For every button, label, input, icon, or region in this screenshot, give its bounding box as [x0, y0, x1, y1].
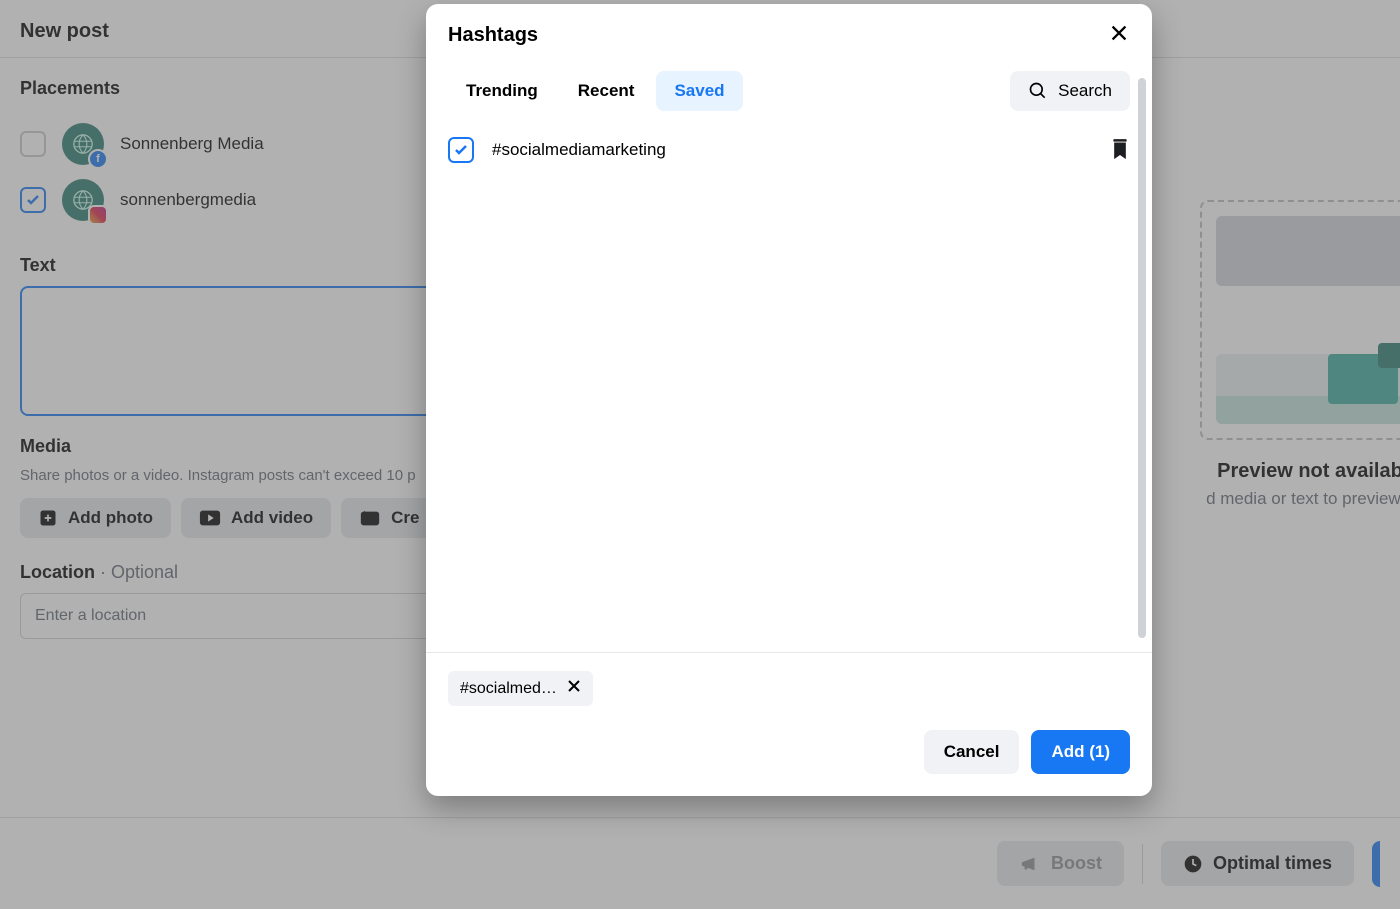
modal-title: Hashtags: [448, 24, 538, 47]
cancel-button[interactable]: Cancel: [924, 730, 1020, 774]
close-icon: [567, 679, 581, 693]
search-icon: [1028, 81, 1048, 101]
chip-remove-button[interactable]: [567, 679, 581, 698]
modal-actions: Cancel Add (1): [426, 724, 1152, 796]
chip-label: #socialmed…: [460, 680, 557, 698]
hashtags-modal: Hashtags Trending Recent Saved Search #s…: [426, 4, 1152, 796]
hashtag-chip: #socialmed…: [448, 671, 593, 706]
hashtag-checkbox[interactable]: [448, 137, 474, 163]
modal-body: #socialmediamarketing: [426, 119, 1152, 652]
scrollbar[interactable]: [1138, 78, 1146, 638]
selected-chips: #socialmed…: [426, 653, 1152, 724]
close-icon: [1108, 22, 1130, 44]
bookmark-icon[interactable]: [1110, 139, 1130, 161]
tab-recent[interactable]: Recent: [560, 71, 653, 111]
close-button[interactable]: [1108, 22, 1130, 49]
tab-saved[interactable]: Saved: [656, 71, 742, 111]
hashtag-text: #socialmediamarketing: [492, 140, 1092, 160]
search-button[interactable]: Search: [1010, 71, 1130, 111]
modal-tabs: Trending Recent Saved Search: [426, 57, 1152, 119]
hashtag-row[interactable]: #socialmediamarketing: [448, 129, 1130, 171]
add-button[interactable]: Add (1): [1031, 730, 1130, 774]
tab-trending[interactable]: Trending: [448, 71, 556, 111]
